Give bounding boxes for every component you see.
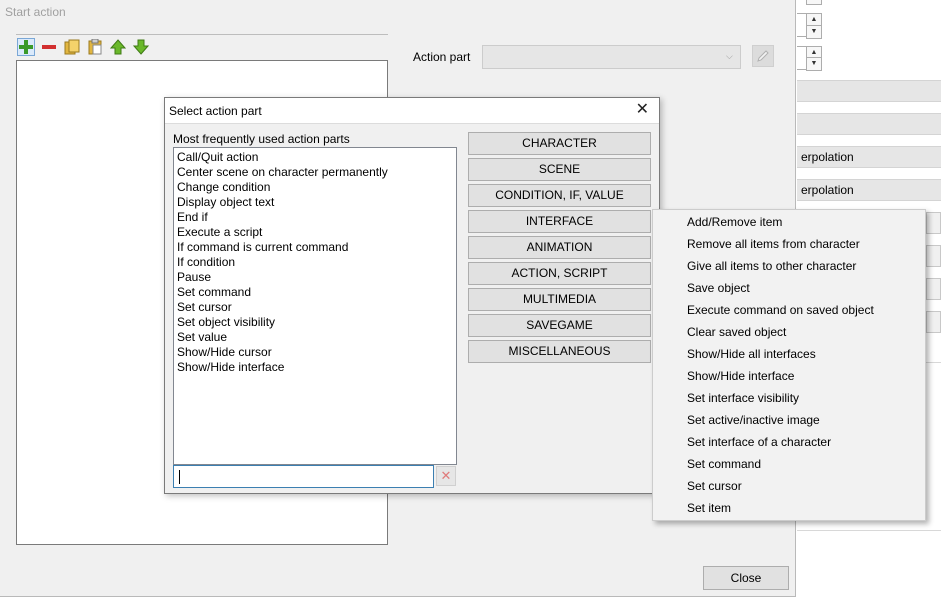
text-caret	[179, 470, 180, 484]
spin-partial-icon	[806, 0, 822, 5]
action-part-combobox[interactable]: ⌵	[482, 45, 741, 69]
add-icon[interactable]	[17, 38, 35, 56]
menu-item-set-command[interactable]: Set command	[687, 457, 761, 471]
menu-item-add-remove-item[interactable]: Add/Remove item	[687, 215, 782, 229]
clear-search-icon[interactable]: ✕	[436, 466, 456, 486]
category-animation-button[interactable]: ANIMATION	[468, 236, 651, 259]
bg-bar-interpolation-2[interactable]: erpolation	[797, 179, 941, 201]
close-button[interactable]: Close	[703, 566, 789, 590]
menu-item-execute-command-saved[interactable]: Execute command on saved object	[687, 303, 874, 317]
window-title: Start action	[5, 5, 66, 19]
list-item[interactable]: Change condition	[177, 180, 453, 195]
category-savegame-button[interactable]: SAVEGAME	[468, 314, 651, 337]
bg-bar-2[interactable]	[797, 113, 941, 135]
list-item[interactable]: Set cursor	[177, 300, 453, 315]
menu-item-clear-saved-object[interactable]: Clear saved object	[687, 325, 786, 339]
menu-item-save-object[interactable]: Save object	[687, 281, 750, 295]
menu-item-set-cursor[interactable]: Set cursor	[687, 479, 742, 493]
bg-stub-4[interactable]	[926, 311, 941, 333]
chevron-down-icon: ⌵	[726, 51, 733, 61]
spin-down-icon[interactable]: ▼	[806, 57, 822, 71]
bg-bar-interpolation-1[interactable]: erpolation	[797, 146, 941, 168]
list-item[interactable]: Set command	[177, 285, 453, 300]
menu-item-set-item[interactable]: Set item	[687, 501, 731, 515]
move-down-icon[interactable]	[132, 38, 150, 56]
toolbar-separator	[16, 34, 388, 35]
copy-icon[interactable]	[63, 38, 81, 56]
dialog-title-bar: Select action part ✕	[165, 98, 659, 124]
spin-down-icon[interactable]: ▼	[806, 25, 822, 39]
dialog-title: Select action part	[169, 104, 262, 118]
menu-item-show-hide-all-interfaces[interactable]: Show/Hide all interfaces	[687, 347, 816, 361]
list-item[interactable]: Pause	[177, 270, 453, 285]
category-action-script-button[interactable]: ACTION, SCRIPT	[468, 262, 651, 285]
paste-icon[interactable]	[86, 38, 104, 56]
search-input[interactable]	[173, 465, 434, 488]
category-scene-button[interactable]: SCENE	[468, 158, 651, 181]
menu-item-set-interface-visibility[interactable]: Set interface visibility	[687, 391, 799, 405]
list-item[interactable]: Show/Hide interface	[177, 360, 453, 375]
category-character-button[interactable]: CHARACTER	[468, 132, 651, 155]
list-item[interactable]: If condition	[177, 255, 453, 270]
menu-item-set-active-inactive-image[interactable]: Set active/inactive image	[687, 413, 820, 427]
move-up-icon[interactable]	[109, 38, 127, 56]
bg-bar-1[interactable]	[797, 80, 941, 102]
frequent-parts-list[interactable]: Call/Quit action Center scene on charact…	[173, 147, 457, 465]
menu-item-remove-all-items[interactable]: Remove all items from character	[687, 237, 860, 251]
menu-item-show-hide-interface[interactable]: Show/Hide interface	[687, 369, 794, 383]
interface-context-menu: Add/Remove item Remove all items from ch…	[652, 209, 926, 521]
bg-stub-1[interactable]	[926, 212, 941, 234]
list-item[interactable]: If command is current command	[177, 240, 453, 255]
action-part-label: Action part	[413, 50, 471, 64]
category-interface-button[interactable]: INTERFACE	[468, 210, 651, 233]
menu-item-give-all-items[interactable]: Give all items to other character	[687, 259, 856, 273]
list-item[interactable]: Set object visibility	[177, 315, 453, 330]
menu-item-set-interface-of-character[interactable]: Set interface of a character	[687, 435, 831, 449]
remove-icon[interactable]	[40, 38, 58, 56]
list-item[interactable]: Center scene on character permanently	[177, 165, 453, 180]
bg-stub-3[interactable]	[926, 278, 941, 300]
bg-stub-2[interactable]	[926, 245, 941, 267]
close-icon[interactable]: ✕	[636, 101, 649, 119]
list-item[interactable]: Call/Quit action	[177, 150, 453, 165]
list-item[interactable]: Display object text	[177, 195, 453, 210]
category-condition-button[interactable]: CONDITION, IF, VALUE	[468, 184, 651, 207]
list-item[interactable]: Execute a script	[177, 225, 453, 240]
select-action-part-dialog: Select action part ✕ Most frequently use…	[164, 97, 660, 494]
list-item[interactable]: Show/Hide cursor	[177, 345, 453, 360]
bg-divider	[797, 530, 941, 531]
pencil-icon	[757, 50, 769, 62]
frequent-parts-label: Most frequently used action parts	[173, 132, 350, 146]
list-item[interactable]: End if	[177, 210, 453, 225]
list-item[interactable]: Set value	[177, 330, 453, 345]
category-multimedia-button[interactable]: MULTIMEDIA	[468, 288, 651, 311]
edit-action-part-button[interactable]	[752, 45, 774, 67]
category-miscellaneous-button[interactable]: MISCELLANEOUS	[468, 340, 651, 363]
